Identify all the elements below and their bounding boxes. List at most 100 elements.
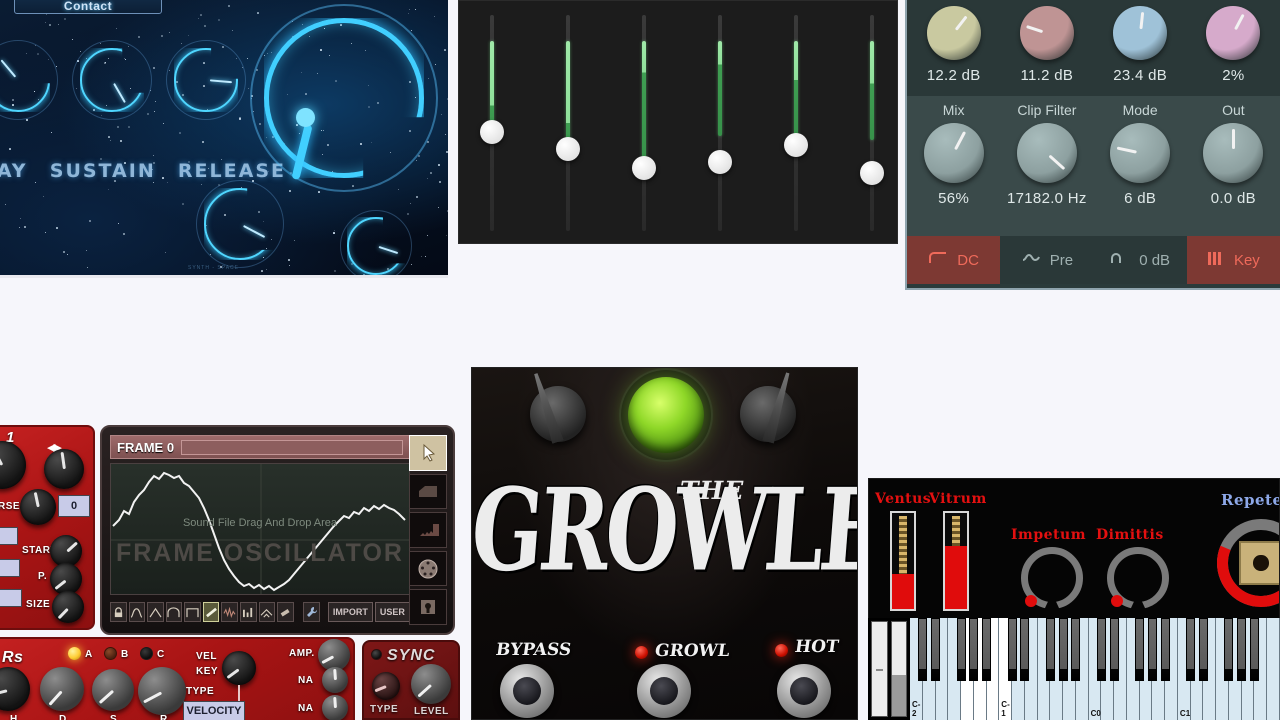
space-knob-lfo-rate[interactable] (196, 180, 284, 268)
vitrum-slider[interactable] (943, 511, 969, 611)
preset-name-field[interactable]: Contact (14, 0, 162, 14)
mod-wheel[interactable] (890, 621, 907, 717)
red-knob-size[interactable] (52, 591, 84, 623)
user-button[interactable]: USER (374, 602, 410, 622)
dc-filter-button[interactable]: DC (907, 236, 1001, 284)
growler-gain-knob[interactable] (740, 386, 796, 442)
mode-knob[interactable] (1110, 123, 1171, 183)
sync-level-knob[interactable] (411, 664, 451, 704)
arch-wave-icon[interactable] (165, 602, 183, 622)
env-knob-r[interactable] (138, 667, 186, 715)
frame-name-slot[interactable] (181, 439, 403, 455)
black-key[interactable] (1160, 618, 1170, 682)
black-key[interactable] (1186, 618, 1196, 682)
wrench-icon[interactable] (303, 602, 320, 622)
pre-mode-button[interactable]: Pre (1000, 236, 1093, 284)
fader-thumb[interactable] (556, 136, 580, 161)
growl-switch[interactable] (637, 664, 691, 718)
select-box-3[interactable] (0, 589, 22, 607)
fader-4[interactable] (708, 15, 732, 231)
black-key[interactable] (918, 618, 928, 682)
bias-knob[interactable] (1019, 6, 1074, 60)
output-icon[interactable] (409, 589, 447, 625)
vel-key-knob[interactable] (222, 651, 256, 685)
ventus-slider[interactable] (890, 511, 916, 611)
fader-3[interactable] (632, 15, 656, 231)
import-button[interactable]: IMPORT (327, 602, 373, 622)
led-b[interactable] (104, 647, 117, 660)
black-key[interactable] (969, 618, 979, 682)
smooth-icon[interactable] (258, 602, 276, 622)
dimittis-knob[interactable] (1107, 547, 1169, 609)
type-value-box[interactable]: VELOCITY (183, 701, 245, 720)
black-key[interactable] (1109, 618, 1119, 682)
eraser-icon[interactable] (277, 602, 294, 622)
ramp-tool-icon[interactable] (409, 473, 447, 510)
black-key[interactable] (1007, 618, 1017, 682)
harmonics-icon[interactable] (239, 602, 257, 622)
sync-led[interactable] (371, 649, 382, 660)
black-key[interactable] (982, 618, 992, 682)
noise-icon[interactable] (221, 602, 238, 622)
fader-thumb[interactable] (784, 132, 808, 157)
waveform-display[interactable]: Sound File Drag And Drop Area FRAME OSCI… (110, 463, 410, 595)
drive-knob[interactable] (926, 6, 981, 60)
mix-knob[interactable] (923, 123, 984, 183)
space-knob-resonance[interactable] (250, 4, 438, 192)
midi-port-icon[interactable] (409, 550, 447, 587)
space-knob-decay[interactable] (72, 40, 152, 120)
select-box-2[interactable] (0, 559, 20, 577)
black-key[interactable] (1198, 618, 1208, 682)
space-knob-attack[interactable] (0, 40, 58, 120)
fader-6[interactable] (860, 15, 884, 231)
draw-line-icon[interactable] (202, 602, 220, 622)
black-key[interactable] (1071, 618, 1081, 682)
fader-2[interactable] (556, 15, 580, 231)
bypass-switch[interactable] (500, 664, 554, 718)
fader-thumb[interactable] (708, 149, 732, 174)
fader-thumb[interactable] (860, 160, 884, 185)
black-key[interactable] (1224, 618, 1234, 682)
coarse-value-box[interactable]: 0 (58, 495, 90, 517)
sync-type-knob[interactable] (372, 672, 400, 700)
black-key[interactable] (931, 618, 941, 682)
black-key[interactable] (956, 618, 966, 682)
black-key[interactable] (1147, 618, 1157, 682)
space-knob-sustain[interactable] (166, 40, 246, 120)
black-key[interactable] (1249, 618, 1259, 682)
repetendum-knob[interactable] (1203, 505, 1279, 621)
fader-5[interactable] (784, 15, 808, 231)
led-c[interactable] (140, 647, 153, 660)
gain-0db-button[interactable]: 0 dB (1094, 236, 1187, 284)
amount-knob[interactable] (1206, 6, 1261, 60)
fader-thumb[interactable] (480, 119, 504, 144)
black-key[interactable] (1237, 618, 1247, 682)
na-knob-1[interactable] (322, 667, 348, 693)
lock-icon[interactable] (110, 602, 127, 622)
red-knob-coarse[interactable] (20, 489, 56, 525)
growler-level-knob[interactable] (530, 386, 586, 442)
sine-wave-icon[interactable] (128, 602, 146, 622)
env-knob-h[interactable] (0, 667, 30, 711)
white-key[interactable] (1267, 618, 1280, 720)
fader-1[interactable] (480, 15, 504, 231)
black-key[interactable] (1020, 618, 1030, 682)
led-a[interactable] (68, 647, 81, 660)
black-key[interactable] (1096, 618, 1106, 682)
fader-thumb[interactable] (632, 156, 656, 181)
black-key[interactable] (1045, 618, 1055, 682)
space-knob-lfo-depth[interactable] (340, 210, 412, 275)
red-knob-fine[interactable] (0, 441, 26, 489)
impetum-knob[interactable] (1021, 547, 1083, 609)
saw-tool-icon[interactable] (409, 512, 447, 548)
square-wave-icon[interactable] (184, 602, 201, 622)
key-input-button[interactable]: Key (1186, 236, 1280, 284)
triangle-wave-icon[interactable] (147, 602, 164, 622)
clip-filter-knob[interactable] (1016, 123, 1077, 183)
black-key[interactable] (1135, 618, 1145, 682)
env-knob-s[interactable] (92, 669, 134, 711)
hot-switch[interactable] (777, 664, 831, 718)
tone-knob[interactable] (1113, 6, 1168, 60)
red-knob-pan[interactable] (44, 449, 84, 489)
out-knob[interactable] (1203, 123, 1264, 183)
